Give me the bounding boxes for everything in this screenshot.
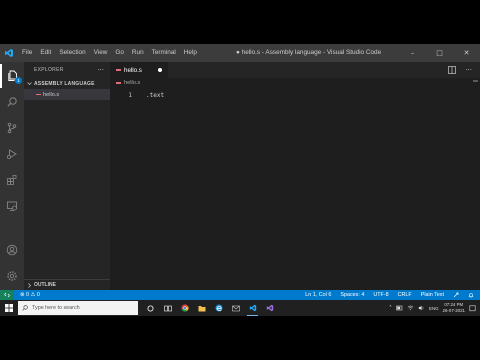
mail-icon[interactable] xyxy=(227,300,244,316)
remote-explorer-icon[interactable] xyxy=(0,194,24,218)
chevron-right-icon xyxy=(28,282,31,288)
source-control-icon[interactable] xyxy=(0,116,24,140)
account-icon[interactable] xyxy=(0,238,24,262)
maximize-button[interactable]: □ xyxy=(426,44,453,62)
tab-label: hello.s xyxy=(124,66,142,74)
notification-center-icon[interactable] xyxy=(469,305,476,312)
menu-help[interactable]: Help xyxy=(180,44,201,62)
line-number: 1 xyxy=(128,91,132,99)
file-item-hello-s[interactable]: hello.s xyxy=(24,89,110,100)
edge-icon[interactable] xyxy=(210,300,227,316)
task-view-icon[interactable] xyxy=(159,300,176,316)
breadcrumb[interactable]: hello.s xyxy=(110,78,140,88)
vscode-logo-icon xyxy=(0,44,18,62)
problems-indicator[interactable]: ⊗ 0 ⚠ 0 xyxy=(20,292,40,298)
tab-hello-s[interactable]: hello.s xyxy=(110,62,168,78)
system-tray: ˄ ENG 07:24 PM 26-07-2021 xyxy=(389,300,476,316)
letterbox-bottom xyxy=(0,316,480,360)
window-controls: – □ ✕ xyxy=(399,44,480,62)
menu-go[interactable]: Go xyxy=(111,44,128,62)
windows-start-icon[interactable] xyxy=(0,300,18,316)
battery-icon[interactable] xyxy=(396,305,403,311)
menu-file[interactable]: File xyxy=(18,44,36,62)
chevron-down-icon xyxy=(27,82,32,85)
window-title: ● hello.s - Assembly language - Visual S… xyxy=(236,49,382,56)
search-icon xyxy=(22,305,28,311)
input-language[interactable]: ENG xyxy=(429,306,439,311)
clock-date: 26-07-2021 xyxy=(442,308,465,313)
folder-name: ASSEMBLY LANGUAGE xyxy=(34,80,95,87)
code-line[interactable]: 1 .text xyxy=(110,89,480,101)
wifi-icon[interactable] xyxy=(407,305,414,311)
file-type-icon xyxy=(116,82,121,84)
end-of-line[interactable]: CRLF xyxy=(398,292,412,298)
taskbar-clock[interactable]: 07:24 PM 26-07-2021 xyxy=(443,302,465,314)
files-icon[interactable]: 1 xyxy=(0,64,24,88)
taskbar-search[interactable]: Type here to search xyxy=(18,301,138,315)
breadcrumb-file[interactable]: hello.s xyxy=(124,80,140,86)
search-placeholder: Type here to search xyxy=(32,305,80,311)
outline-label: OUTLINE xyxy=(34,282,56,288)
menu-bar: File Edit Selection View Go Run Terminal… xyxy=(18,44,201,62)
overview-ruler-cursor xyxy=(473,80,478,82)
explorer-badge: 1 xyxy=(15,77,22,84)
feedback-icon[interactable] xyxy=(453,292,459,298)
menu-view[interactable]: View xyxy=(90,44,112,62)
title-bar: File Edit Selection View Go Run Terminal… xyxy=(0,44,480,62)
editor-tab-bar: hello.s ··· xyxy=(110,62,480,78)
explorer-sidebar: EXPLORER ··· ASSEMBLY LANGUAGE hello.s O… xyxy=(24,62,110,290)
search-icon[interactable] xyxy=(0,90,24,114)
cursor-position[interactable]: Ln 1, Col 6 xyxy=(305,292,331,298)
editor-actions: ··· xyxy=(448,62,472,78)
chrome-icon[interactable] xyxy=(176,300,193,316)
more-actions-icon[interactable]: ··· xyxy=(465,66,472,74)
encoding[interactable]: UTF-8 xyxy=(373,292,388,298)
language-mode[interactable]: Plain Text xyxy=(421,292,444,298)
unsaved-dot-icon[interactable] xyxy=(158,68,162,72)
vscode-window: File Edit Selection View Go Run Terminal… xyxy=(0,44,480,316)
minimize-button[interactable]: – xyxy=(399,44,426,62)
letterbox-top xyxy=(0,0,480,44)
menu-edit[interactable]: Edit xyxy=(36,44,55,62)
explorer-title: EXPLORER xyxy=(34,67,64,73)
workspace-folder[interactable]: ASSEMBLY LANGUAGE xyxy=(24,78,110,89)
file-type-icon xyxy=(36,93,41,96)
file-name: hello.s xyxy=(43,91,60,98)
more-actions-icon[interactable]: ··· xyxy=(97,66,104,74)
taskbar-apps xyxy=(142,300,278,316)
menu-selection[interactable]: Selection xyxy=(55,44,89,62)
vscode-taskbar-icon[interactable] xyxy=(244,300,261,316)
menu-run[interactable]: Run xyxy=(128,44,148,62)
close-button[interactable]: ✕ xyxy=(453,44,480,62)
activity-bar: 1 xyxy=(0,62,24,290)
cortana-icon[interactable] xyxy=(142,300,159,316)
remote-indicator-icon[interactable] xyxy=(0,290,14,300)
visual-studio-icon[interactable] xyxy=(261,300,278,316)
indentation[interactable]: Spaces: 4 xyxy=(340,292,364,298)
settings-gear-icon[interactable] xyxy=(0,264,24,288)
volume-icon[interactable] xyxy=(418,305,425,311)
status-bar: ⊗ 0 ⚠ 0 Ln 1, Col 6 Spaces: 4 UTF-8 CRLF… xyxy=(0,290,480,300)
file-explorer-icon[interactable] xyxy=(193,300,210,316)
split-editor-icon[interactable] xyxy=(448,66,457,74)
windows-taskbar: Type here to search ˄ ENG 07:24 PM 26-07… xyxy=(0,300,480,316)
outline-section[interactable]: OUTLINE xyxy=(24,279,110,290)
file-type-icon xyxy=(116,69,121,71)
run-debug-icon[interactable] xyxy=(0,142,24,166)
menu-terminal[interactable]: Terminal xyxy=(148,44,180,62)
explorer-header: EXPLORER ··· xyxy=(24,62,110,78)
extensions-icon[interactable] xyxy=(0,168,24,192)
line-text[interactable]: .text xyxy=(146,92,164,99)
chevron-up-icon[interactable]: ˄ xyxy=(389,305,392,312)
notifications-bell-icon[interactable] xyxy=(468,292,474,298)
